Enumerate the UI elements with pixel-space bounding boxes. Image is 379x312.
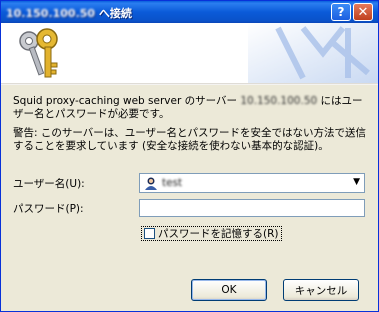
ok-button[interactable]: OK: [191, 279, 267, 301]
title-bar[interactable]: 10.150.100.50 へ接続 ? ✕: [1, 1, 378, 23]
connect-dialog: 10.150.100.50 へ接続 ? ✕ Squid proxy-cachin…: [0, 0, 379, 312]
dialog-banner: [1, 23, 378, 83]
title-host: 10.150.100.50: [6, 7, 96, 20]
remember-password-label: パスワードを記憶する(R): [158, 228, 279, 240]
checkbox-box[interactable]: [144, 228, 155, 239]
help-icon: ?: [337, 5, 345, 19]
security-warning: 警告: このサーバーは、ユーザー名とパスワードを安全ではない方法で送信することを…: [13, 127, 367, 152]
remember-password-checkbox[interactable]: パスワードを記憶する(R): [141, 226, 282, 241]
dropdown-arrow-icon[interactable]: ▼: [353, 177, 360, 187]
keys-icon: [19, 28, 58, 78]
dialog-body: Squid proxy-caching web server のサーバー 10.…: [1, 85, 378, 311]
user-icon: [145, 177, 157, 190]
password-field[interactable]: [139, 199, 365, 217]
auth-message-server: 10.150.100.50: [240, 95, 318, 107]
close-button[interactable]: ✕: [353, 3, 373, 21]
banner-watermark-graphic: [248, 23, 378, 83]
username-label: ユーザー名(U):: [13, 178, 85, 190]
username-value: test: [162, 177, 183, 189]
auth-message-prefix: Squid proxy-caching web server のサーバー: [13, 95, 241, 107]
auth-message: Squid proxy-caching web server のサーバー 10.…: [13, 95, 368, 121]
help-button[interactable]: ?: [331, 3, 351, 21]
close-icon: ✕: [357, 4, 369, 20]
window-title: 10.150.100.50 へ接続: [6, 5, 132, 21]
cancel-button[interactable]: キャンセル: [283, 279, 359, 301]
username-combobox[interactable]: test ▼: [139, 173, 365, 193]
title-suffix: へ接続: [98, 7, 132, 20]
password-label: パスワード(P):: [13, 203, 84, 215]
